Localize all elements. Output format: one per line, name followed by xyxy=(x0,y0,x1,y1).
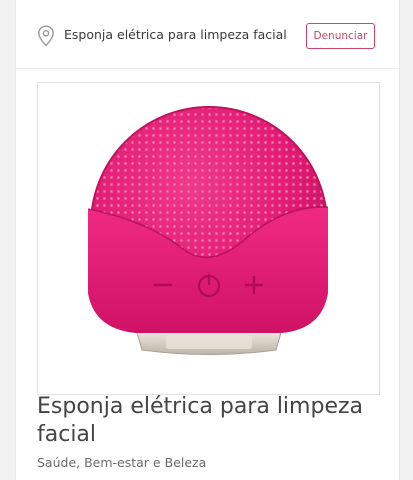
map-pin-icon xyxy=(37,25,55,47)
facial-cleansing-brush-image xyxy=(87,106,329,355)
listing-header: Esponja elétrica para limpeza facial Den… xyxy=(16,0,399,69)
listing-title: Esponja elétrica para limpeza facial xyxy=(37,394,364,447)
product-photo[interactable] xyxy=(37,82,380,395)
report-button[interactable]: Denunciar xyxy=(306,23,375,49)
header-listing-title: Esponja elétrica para limpeza facial xyxy=(64,27,287,42)
listing-category[interactable]: Saúde, Bem-estar e Beleza xyxy=(37,455,206,470)
listing-card: Esponja elétrica para limpeza facial Den… xyxy=(15,0,400,480)
